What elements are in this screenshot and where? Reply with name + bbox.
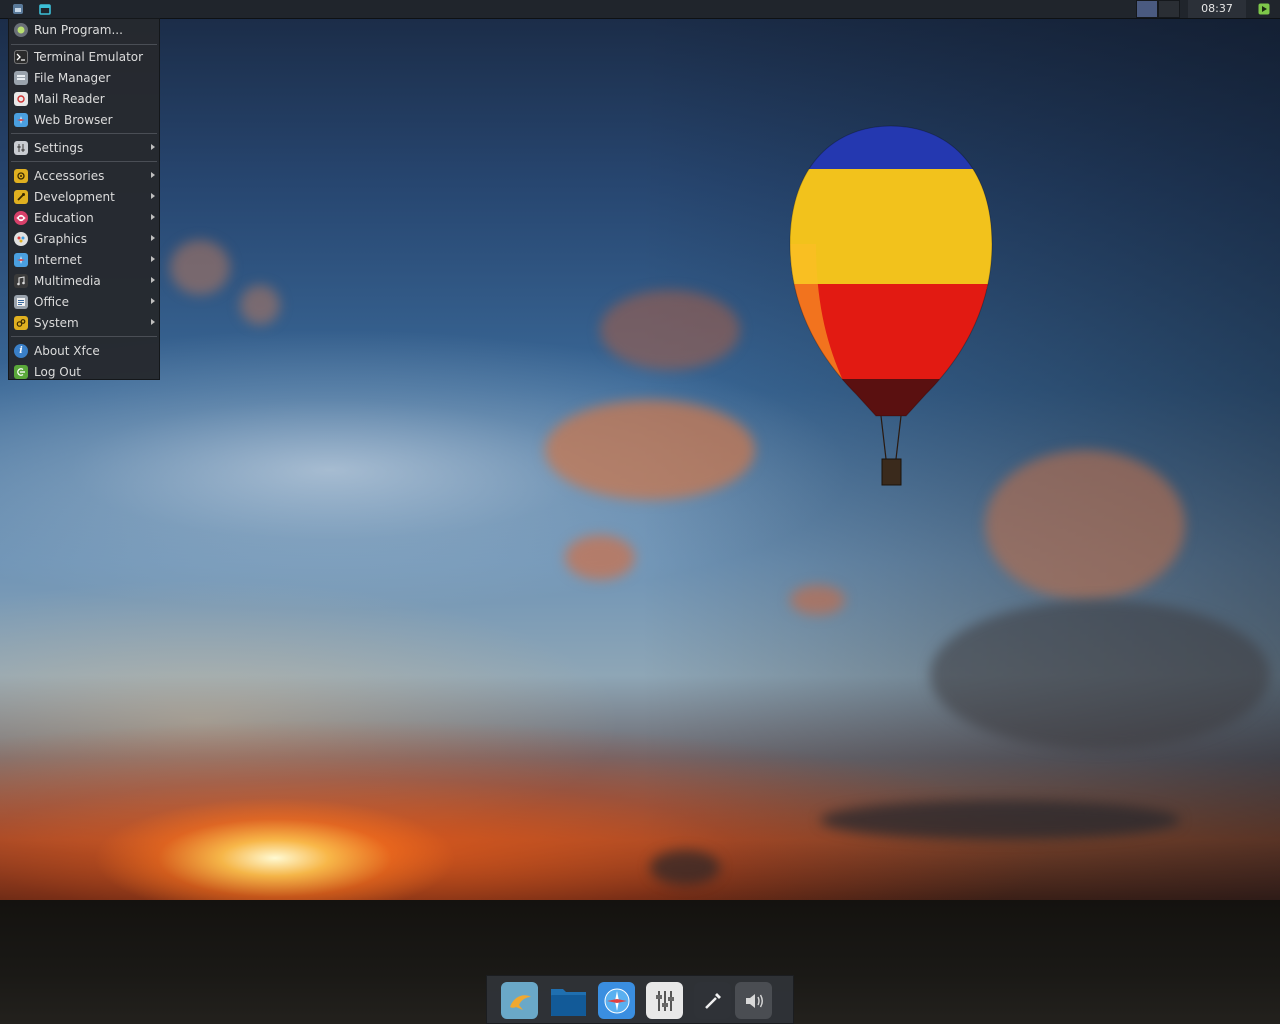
settings-icon — [14, 140, 28, 155]
submenu-arrow-icon — [151, 277, 155, 283]
dolphin-icon[interactable] — [501, 982, 538, 1019]
menu-item-label: Run Program... — [34, 22, 123, 37]
cloud — [600, 290, 740, 370]
top-panel: 08:37 — [0, 0, 1280, 19]
cloud — [170, 240, 230, 295]
menu-separator — [11, 161, 157, 162]
submenu-arrow-icon — [151, 256, 155, 262]
clock[interactable]: 08:37 — [1188, 0, 1246, 18]
education-icon — [14, 210, 28, 225]
menu-item-label: Development — [34, 189, 115, 204]
menu-item-label: Terminal Emulator — [34, 49, 144, 64]
menu-separator — [11, 336, 157, 337]
menu-item-accessories[interactable]: Accessories — [9, 165, 159, 186]
cloud — [565, 535, 635, 580]
menu-item-label: Graphics — [34, 231, 87, 246]
applications-menu: Run Program... Terminal Emulator File Ma… — [8, 18, 160, 380]
development-icon — [14, 189, 28, 204]
cloud — [820, 800, 1180, 840]
menu-item-office[interactable]: Office — [9, 291, 159, 312]
submenu-arrow-icon — [151, 298, 155, 304]
menu-item-internet[interactable]: Internet — [9, 249, 159, 270]
accessories-icon — [14, 168, 28, 183]
submenu-arrow-icon — [151, 193, 155, 199]
menu-item-mail-reader[interactable]: Mail Reader — [9, 88, 159, 109]
menu-item-about-xfce[interactable]: i About Xfce — [9, 340, 159, 361]
menu-separator — [11, 44, 157, 45]
volume-icon[interactable] — [735, 982, 772, 1019]
internet-icon — [14, 252, 28, 267]
menu-item-multimedia[interactable]: Multimedia — [9, 270, 159, 291]
menu-item-label: Log Out — [34, 364, 82, 379]
workspace-1[interactable] — [1136, 0, 1158, 18]
terminal-icon — [14, 49, 28, 64]
menu-item-label: Office — [34, 294, 70, 309]
cloud — [790, 585, 845, 615]
menu-item-web-browser[interactable]: Web Browser — [9, 109, 159, 130]
submenu-arrow-icon — [151, 214, 155, 220]
web-browser-icon — [14, 112, 28, 127]
menu-item-development[interactable]: Development — [9, 186, 159, 207]
mail-icon — [14, 91, 28, 106]
folder-icon[interactable] — [550, 982, 587, 1019]
file-manager-icon — [14, 70, 28, 85]
system-icon — [14, 315, 28, 330]
cloud — [545, 400, 755, 500]
menu-item-settings[interactable]: Settings — [9, 137, 159, 158]
cloud — [240, 285, 280, 325]
apps-menu-icon[interactable] — [11, 2, 25, 16]
menu-item-label: Web Browser — [34, 112, 113, 127]
power-manager-icon[interactable] — [1258, 3, 1270, 15]
menu-item-run-program[interactable]: Run Program... — [9, 19, 159, 40]
cloud — [930, 600, 1270, 750]
menu-item-label: System — [34, 315, 79, 330]
menu-item-label: Settings — [34, 140, 84, 155]
menu-separator — [11, 133, 157, 134]
menu-item-label: Education — [34, 210, 94, 225]
submenu-arrow-icon — [151, 319, 155, 325]
color-picker-icon[interactable] — [694, 982, 731, 1019]
logout-icon — [14, 364, 28, 379]
menu-item-label: Mail Reader — [34, 91, 105, 106]
info-icon: i — [14, 343, 28, 358]
workspace-switcher — [1136, 0, 1180, 18]
compass-browser-icon[interactable] — [598, 982, 635, 1019]
desktop-wallpaper — [0, 0, 1280, 1024]
dock — [486, 975, 794, 1024]
cloud — [985, 450, 1185, 600]
hot-air-balloon — [789, 125, 993, 486]
menu-item-log-out[interactable]: Log Out — [9, 361, 159, 382]
office-icon — [14, 294, 28, 309]
graphics-icon — [14, 231, 28, 246]
submenu-arrow-icon — [151, 144, 155, 150]
run-program-icon — [14, 22, 28, 37]
menu-item-label: File Manager — [34, 70, 111, 85]
menu-item-graphics[interactable]: Graphics — [9, 228, 159, 249]
cloud — [650, 850, 720, 885]
settings-panel-icon[interactable] — [646, 982, 683, 1019]
window-icon[interactable] — [38, 2, 52, 16]
menu-item-terminal-emulator[interactable]: Terminal Emulator — [9, 46, 159, 67]
workspace-2[interactable] — [1158, 0, 1180, 18]
menu-item-system[interactable]: System — [9, 312, 159, 333]
submenu-arrow-icon — [151, 235, 155, 241]
menu-item-label: Multimedia — [34, 273, 101, 288]
menu-item-label: Accessories — [34, 168, 105, 183]
menu-item-label: About Xfce — [34, 343, 100, 358]
menu-item-label: Internet — [34, 252, 82, 267]
menu-item-education[interactable]: Education — [9, 207, 159, 228]
multimedia-icon — [14, 273, 28, 288]
menu-item-file-manager[interactable]: File Manager — [9, 67, 159, 88]
submenu-arrow-icon — [151, 172, 155, 178]
